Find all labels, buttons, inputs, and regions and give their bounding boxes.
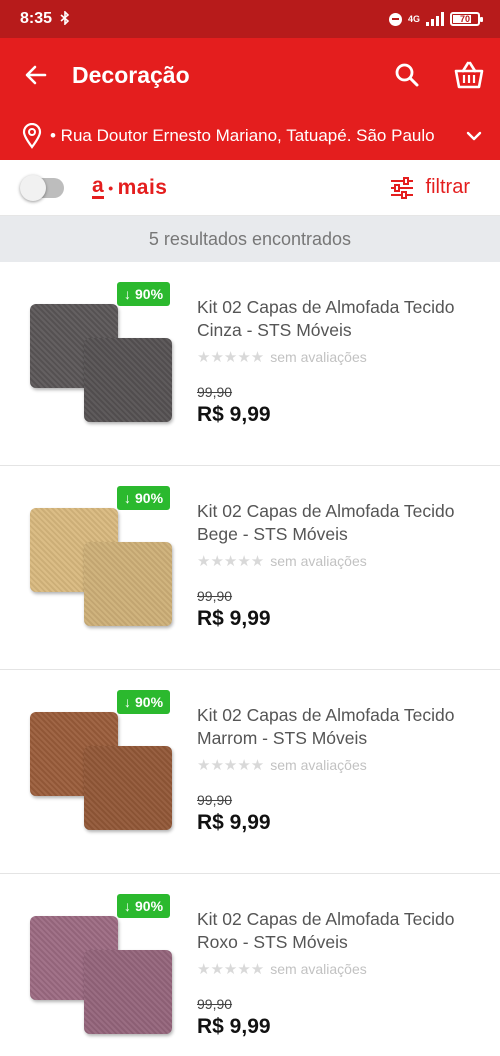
back-button[interactable]: [0, 38, 72, 112]
old-price: 99,90: [197, 588, 233, 604]
star-rating-icon: ★★★★★: [197, 757, 265, 774]
signal-icon: [426, 12, 444, 26]
current-price: R$ 9,99: [197, 1015, 271, 1038]
pillow-image: [84, 338, 172, 422]
amais-logo: a • mais: [92, 174, 168, 199]
arrow-down-icon: ↓: [124, 286, 131, 302]
filter-label: filtrar: [425, 176, 470, 198]
app-bar: Decoração: [0, 38, 500, 112]
network-label: 4G: [407, 14, 420, 24]
current-price: R$ 9,99: [197, 403, 271, 426]
discount-value: 90%: [135, 490, 164, 506]
product-image[interactable]: [28, 502, 176, 630]
product-rating: ★★★★★ sem avaliações: [197, 960, 477, 978]
discount-badge: ↓ 90%: [117, 486, 171, 510]
search-icon: [395, 63, 419, 87]
status-time: 8:35: [20, 10, 53, 27]
discount-value: 90%: [135, 694, 164, 710]
arrow-down-icon: ↓: [124, 898, 131, 914]
discount-value: 90%: [135, 286, 164, 302]
old-price: 99,90: [197, 996, 233, 1012]
battery-level: 70: [459, 14, 470, 24]
toggle-knob: [20, 174, 46, 201]
product-card[interactable]: ↓ 90% Kit 02 Capas de Almofada Tecido Ma…: [0, 670, 500, 874]
product-name[interactable]: Kit 02 Capas de Almofada Tecido Roxo - S…: [197, 908, 477, 954]
arrow-down-icon: ↓: [124, 694, 131, 710]
pillow-image: [84, 950, 172, 1034]
delivery-address-bar[interactable]: • Rua Doutor Ernesto Mariano, Tatuapé. S…: [0, 112, 500, 160]
product-list: ↓ 90% Kit 02 Capas de Almofada Tecido Ci…: [0, 262, 500, 1056]
product-card[interactable]: ↓ 90% Kit 02 Capas de Almofada Tecido Be…: [0, 466, 500, 670]
basket-icon: [454, 61, 484, 89]
bluetooth-icon: [60, 9, 70, 28]
results-count: 5 resultados encontrados: [0, 216, 500, 262]
product-card[interactable]: ↓ 90% Kit 02 Capas de Almofada Tecido Ro…: [0, 874, 500, 1056]
rating-text: sem avaliações: [270, 349, 367, 365]
star-rating-icon: ★★★★★: [197, 553, 265, 570]
filter-button[interactable]: filtrar: [390, 176, 470, 199]
sliders-icon: [390, 176, 413, 199]
status-bar: 8:35 4G 70: [0, 0, 500, 38]
product-name[interactable]: Kit 02 Capas de Almofada Tecido Bege - S…: [197, 500, 477, 546]
product-rating: ★★★★★ sem avaliações: [197, 552, 477, 570]
location-pin-icon: [22, 123, 42, 149]
amais-toggle[interactable]: [20, 174, 64, 201]
current-price: R$ 9,99: [197, 607, 271, 630]
product-image[interactable]: [28, 706, 176, 834]
arrow-down-icon: ↓: [124, 490, 131, 506]
discount-value: 90%: [135, 898, 164, 914]
rating-text: sem avaliações: [270, 961, 367, 977]
star-rating-icon: ★★★★★: [197, 961, 265, 978]
product-name[interactable]: Kit 02 Capas de Almofada Tecido Cinza - …: [197, 296, 477, 342]
old-price: 99,90: [197, 792, 233, 808]
product-image[interactable]: [28, 910, 176, 1038]
search-button[interactable]: [376, 38, 438, 112]
chevron-down-icon[interactable]: [466, 131, 482, 141]
star-rating-icon: ★★★★★: [197, 349, 265, 366]
discount-badge: ↓ 90%: [117, 282, 171, 306]
product-rating: ★★★★★ sem avaliações: [197, 348, 477, 366]
amais-logo-mais: mais: [117, 175, 168, 199]
discount-badge: ↓ 90%: [117, 894, 171, 918]
amais-logo-a: a: [92, 174, 105, 199]
product-image[interactable]: [28, 298, 176, 426]
pillow-image: [84, 746, 172, 830]
rating-text: sem avaliações: [270, 553, 367, 569]
page-title: Decoração: [72, 61, 190, 88]
arrow-left-icon: [25, 65, 47, 85]
current-price: R$ 9,99: [197, 811, 271, 834]
product-name[interactable]: Kit 02 Capas de Almofada Tecido Marrom -…: [197, 704, 477, 750]
pillow-image: [84, 542, 172, 626]
cart-button[interactable]: [438, 38, 500, 112]
address-text: • Rua Doutor Ernesto Mariano, Tatuapé. S…: [50, 126, 435, 145]
product-rating: ★★★★★ sem avaliações: [197, 756, 477, 774]
product-card[interactable]: ↓ 90% Kit 02 Capas de Almofada Tecido Ci…: [0, 262, 500, 466]
old-price: 99,90: [197, 384, 233, 400]
filter-bar: a • mais filtrar: [0, 160, 500, 216]
rating-text: sem avaliações: [270, 757, 367, 773]
battery-icon: 70: [450, 12, 483, 26]
discount-badge: ↓ 90%: [117, 690, 171, 714]
do-not-disturb-icon: [388, 12, 402, 26]
